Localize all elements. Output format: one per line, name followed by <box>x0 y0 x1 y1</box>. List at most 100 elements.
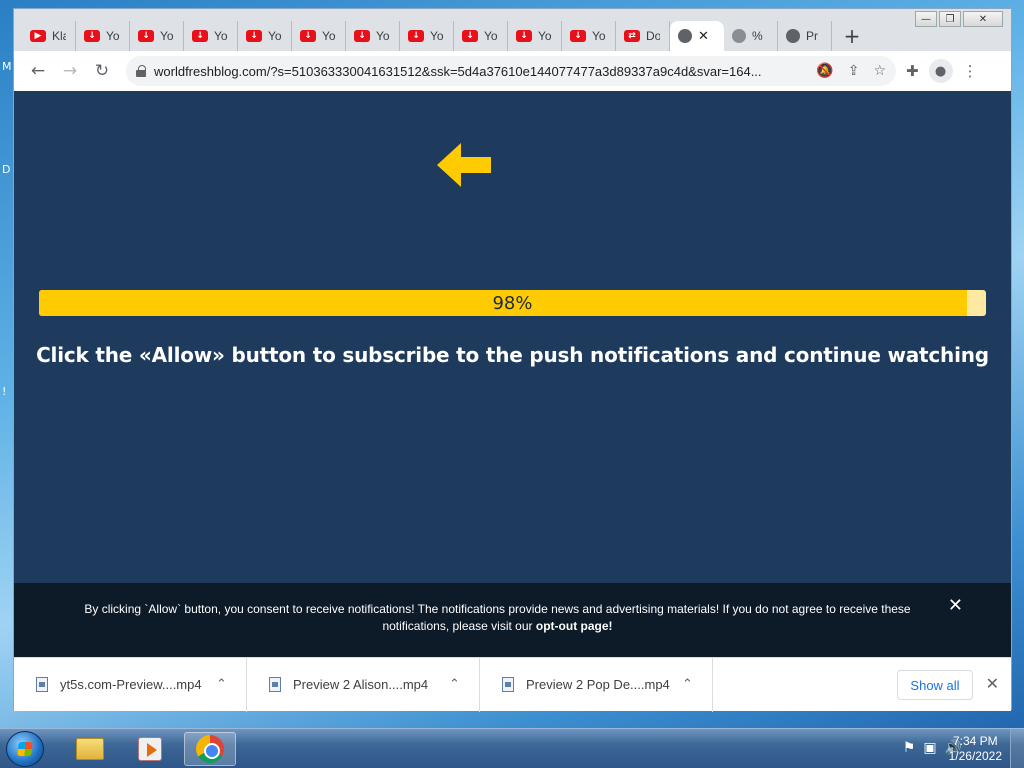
desktop-edge-text: M <box>2 60 12 73</box>
globe-icon <box>786 29 800 43</box>
browser-tab[interactable]: Pr <box>778 21 832 51</box>
download-icon: ↓ <box>516 30 532 42</box>
show-all-button[interactable]: Show all <box>897 670 973 700</box>
share-icon[interactable]: ⇪ <box>848 63 860 79</box>
tab-title: Yo <box>592 29 606 43</box>
download-filename: Preview 2 Pop De....mp4 <box>526 677 670 692</box>
menu-icon[interactable]: ⋮ <box>963 62 978 80</box>
browser-tab-active[interactable]: ✕ <box>670 21 724 51</box>
window-controls: — ❐ ✕ <box>915 11 1003 27</box>
browser-tab[interactable]: ↓ Yo <box>130 21 184 51</box>
bookmark-star-icon[interactable]: ☆ <box>873 63 886 79</box>
download-filename: yt5s.com-Preview....mp4 <box>60 677 202 692</box>
progress-bar: 98% <box>39 290 986 316</box>
reload-button[interactable]: ↻ <box>86 55 118 87</box>
url-text[interactable]: worldfreshblog.com/?s=510363330041631512… <box>154 64 808 79</box>
browser-tab[interactable]: ↓ Yo <box>562 21 616 51</box>
clock-date: 1/26/2022 <box>948 749 1002 763</box>
tab-title: Yo <box>322 29 336 43</box>
tab-title: Yo <box>538 29 552 43</box>
browser-tab[interactable]: ↓ Yo <box>346 21 400 51</box>
browser-tab[interactable]: ↓ Yo <box>508 21 562 51</box>
video-file-icon <box>502 677 514 692</box>
tab-title: Pr <box>806 29 818 43</box>
close-icon[interactable]: ✕ <box>948 597 963 615</box>
globe-icon <box>732 29 746 43</box>
tab-title: Yo <box>376 29 390 43</box>
browser-tab[interactable]: ⇄ Do <box>616 21 670 51</box>
start-button[interactable] <box>6 731 44 767</box>
video-file-icon <box>269 677 281 692</box>
tab-title: % <box>752 29 763 43</box>
new-tab-button[interactable]: + <box>832 21 872 51</box>
browser-tab[interactable]: ↓ Yo <box>76 21 130 51</box>
download-icon: ↓ <box>192 30 208 42</box>
desktop-edge-text: D <box>2 163 11 176</box>
lock-icon[interactable] <box>136 65 146 77</box>
browser-tab[interactable]: ↓ Yo <box>454 21 508 51</box>
download-filename: Preview 2 Alison....mp4 <box>293 677 429 692</box>
download-icon: ↓ <box>84 30 100 42</box>
download-item[interactable]: Preview 2 Pop De....mp4 ⌃ <box>480 657 713 712</box>
browser-toolbar: ← → ↻ worldfreshblog.com/?s=510363330041… <box>14 51 1011 91</box>
taskbar: ⚑ ▣ 🔊 7:34 PM 1/26/2022 <box>0 728 1024 768</box>
tab-title: Yo <box>430 29 444 43</box>
browser-tab[interactable]: ↓ Yo <box>400 21 454 51</box>
close-download-bar-icon[interactable]: ✕ <box>986 674 999 693</box>
arrow-left-icon <box>437 143 491 187</box>
taskbar-chrome[interactable] <box>184 732 236 766</box>
back-button[interactable]: ← <box>22 55 54 87</box>
tab-title: Yo <box>214 29 228 43</box>
taskbar-media-player[interactable] <box>124 732 176 766</box>
browser-tab[interactable]: ↓ Yo <box>238 21 292 51</box>
chevron-up-icon[interactable]: ⌃ <box>216 677 246 692</box>
instruction-text: Click the «Allow» button to subscribe to… <box>36 343 989 367</box>
tab-strip: ▶ Kla ↓ Yo ↓ Yo ↓ Yo ↓ Yo ↓ Yo ↓ Yo ↓ Yo ↓ Yo ↓ Yo… <box>14 21 1011 51</box>
address-bar[interactable]: worldfreshblog.com/?s=510363330041631512… <box>126 56 896 86</box>
consent-banner: By clicking `Allow` button, you consent … <box>14 583 1011 657</box>
maximize-button[interactable]: ❐ <box>939 11 961 27</box>
tab-title: Yo <box>160 29 174 43</box>
desktop-edge-text: ! <box>2 385 7 398</box>
notifications-blocked-icon[interactable]: 🔕 <box>816 63 833 79</box>
action-center-icon[interactable]: ⚑ <box>903 740 916 756</box>
profile-icon[interactable]: ● <box>928 59 953 83</box>
tab-close-icon[interactable]: ✕ <box>698 29 709 44</box>
page-content: 98% Click the «Allow» button to subscrib… <box>14 91 1011 657</box>
tab-title: Yo <box>268 29 282 43</box>
forward-button[interactable]: → <box>54 55 86 87</box>
video-file-icon <box>36 677 48 692</box>
download-icon: ↓ <box>300 30 316 42</box>
window-close-button[interactable]: ✕ <box>963 11 1003 27</box>
browser-tab[interactable]: ▶ Kla <box>22 21 76 51</box>
browser-tab[interactable]: ↓ Yo <box>184 21 238 51</box>
chevron-up-icon[interactable]: ⌃ <box>682 677 712 692</box>
chevron-up-icon[interactable]: ⌃ <box>449 677 479 692</box>
youtube-icon: ▶ <box>30 30 46 42</box>
tab-title: Do <box>646 29 660 43</box>
download-item[interactable]: yt5s.com-Preview....mp4 ⌃ <box>14 657 247 712</box>
globe-icon <box>678 29 692 43</box>
clock-time: 7:34 PM <box>952 734 998 748</box>
convert-icon: ⇄ <box>624 30 640 42</box>
opt-out-link[interactable]: opt-out page! <box>536 619 613 633</box>
download-item[interactable]: Preview 2 Alison....mp4 ⌃ <box>247 657 480 712</box>
show-desktop-button[interactable] <box>1010 729 1024 768</box>
download-icon: ↓ <box>246 30 262 42</box>
browser-tab[interactable]: ↓ Yo <box>292 21 346 51</box>
extensions-icon[interactable]: ✚ <box>906 62 919 80</box>
network-icon[interactable]: ▣ <box>923 740 936 756</box>
download-icon: ↓ <box>408 30 424 42</box>
browser-window: — ❐ ✕ ▶ Kla ↓ Yo ↓ Yo ↓ Yo ↓ Yo ↓ Yo ↓ Yo ↓ Yo ↓… <box>13 8 1012 712</box>
clock[interactable]: 7:34 PM 1/26/2022 <box>949 734 1002 764</box>
minimize-button[interactable]: — <box>915 11 937 27</box>
tab-title: Yo <box>484 29 498 43</box>
taskbar-explorer[interactable] <box>64 732 116 766</box>
folder-icon <box>76 738 104 760</box>
download-icon: ↓ <box>138 30 154 42</box>
download-icon: ↓ <box>462 30 478 42</box>
chrome-icon <box>196 735 224 763</box>
media-player-icon <box>138 737 162 761</box>
tab-title: Yo <box>106 29 120 43</box>
browser-tab[interactable]: % <box>724 21 778 51</box>
